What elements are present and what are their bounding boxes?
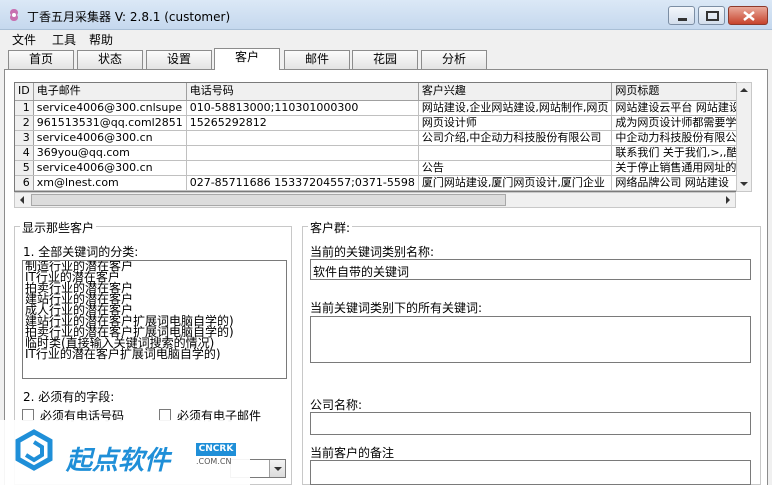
menu-tools[interactable]: 工具 — [52, 31, 76, 48]
cell-interest[interactable]: 网页设计师 — [418, 115, 613, 131]
column-header-id[interactable]: ID — [15, 83, 34, 101]
cell-phone[interactable] — [186, 160, 419, 176]
cell-email[interactable]: service4006@300.cn — [33, 130, 187, 146]
cell-phone[interactable] — [186, 130, 419, 146]
row-id: 1 — [15, 100, 34, 116]
cell-page-title[interactable]: 中企动力科技股份有限公 — [611, 130, 744, 146]
table-row[interactable]: 5 service4006@300.cn 公告 关于停止销售通用网址的 htt — [15, 160, 750, 176]
category-name-field[interactable]: 软件自带的关键词 — [310, 259, 751, 280]
category-listbox[interactable]: 制造行业的潜在客户 IT行业的潜在客户 拍卖行业的潜在客户 建站行业的潜在客户 … — [22, 260, 287, 379]
close-button[interactable] — [728, 6, 768, 25]
close-icon — [743, 11, 755, 21]
company-name-label: 公司名称: — [310, 398, 363, 412]
tab-mail[interactable]: 邮件 — [284, 50, 350, 69]
all-keywords-label: 当前关键词类别下的所有关键词: — [310, 301, 483, 315]
tab-garden[interactable]: 花园 — [352, 50, 418, 69]
minimize-icon — [678, 18, 687, 21]
cell-page-title[interactable]: 成为网页设计师都需要学 — [611, 115, 744, 131]
watermark-logo-icon — [15, 429, 53, 471]
cell-interest[interactable]: 网站建设,企业网站建设,网站制作,网页 — [418, 100, 613, 116]
customer-table: ID 电子邮件 电话号码 客户兴趣 网页标题 公 1 service4006@3… — [15, 83, 750, 191]
row-id: 4 — [15, 145, 34, 161]
tab-settings[interactable]: 设置 — [146, 50, 212, 69]
required-fields-label: 2. 必须有的字段: — [23, 390, 115, 404]
column-header-page-title[interactable]: 网页标题 — [611, 83, 744, 101]
row-id: 3 — [15, 130, 34, 146]
tab-strip: 首页 状态 设置 客户 邮件 花园 分析 — [0, 48, 772, 70]
category-name-label: 当前的关键词类别名称: — [310, 245, 435, 259]
tab-customers[interactable]: 客户 — [214, 48, 280, 70]
scroll-right-icon[interactable] — [721, 193, 735, 207]
cell-phone[interactable]: 027-85711686 15337204557;0371-5598 — [186, 175, 419, 191]
row-id: 5 — [15, 160, 34, 176]
cell-interest[interactable] — [418, 145, 613, 161]
cell-page-title[interactable]: 关于停止销售通用网址的 — [611, 160, 744, 176]
scroll-down-icon[interactable] — [737, 177, 751, 191]
grid-horizontal-scrollbar[interactable] — [14, 192, 736, 208]
cell-interest[interactable]: 厦门网站建设,厦门网页设计,厦门企业 — [418, 175, 613, 191]
tab-status[interactable]: 状态 — [77, 50, 143, 69]
app-icon — [10, 9, 18, 21]
scroll-left-icon[interactable] — [15, 193, 29, 207]
customer-group-legend: 客户群: — [308, 219, 353, 236]
column-header-email[interactable]: 电子邮件 — [33, 83, 187, 101]
row-id: 2 — [15, 115, 34, 131]
maximize-button[interactable] — [698, 6, 725, 25]
customer-note-label: 当前客户的备注 — [310, 446, 395, 460]
chevron-down-icon — [274, 467, 282, 471]
cell-email[interactable]: 961513531@qq.coml2851 — [33, 115, 187, 131]
cell-email[interactable]: service4006@300.cn — [33, 160, 187, 176]
combobox-dropdown-button[interactable] — [269, 460, 285, 477]
window-title: 丁香五月采集器 V: 2.8.1 (customer) — [27, 10, 231, 24]
watermark-brand: 起点软件 — [66, 446, 171, 476]
scroll-up-icon[interactable] — [737, 83, 751, 97]
column-header-interest[interactable]: 客户兴趣 — [418, 83, 613, 101]
cell-email[interactable]: xm@lnest.com — [33, 175, 187, 191]
watermark-url: .COM.CN — [196, 457, 232, 466]
cell-page-title[interactable]: 网络品牌公司 网站建设 — [611, 175, 744, 191]
cell-interest[interactable]: 公告 — [418, 160, 613, 176]
watermark-badge: CNCRK — [196, 443, 236, 456]
maximize-icon — [706, 11, 719, 21]
cell-email[interactable]: 369you@qq.com — [33, 145, 187, 161]
table-row[interactable]: 2 961513531@qq.coml2851 15265292812 网页设计… — [15, 115, 750, 131]
horizontal-scroll-thumb[interactable] — [31, 194, 506, 206]
company-name-field[interactable] — [310, 412, 751, 435]
show-customers-legend: 显示那些客户 — [20, 219, 97, 236]
menu-help[interactable]: 帮助 — [89, 31, 113, 48]
cell-interest[interactable]: 公司介绍,中企动力科技股份有限公司 — [418, 130, 613, 146]
table-header-row: ID 电子邮件 电话号码 客户兴趣 网页标题 公 — [15, 83, 750, 101]
table-row[interactable]: 4 369you@qq.com 联系我们 关于我们,>,,酷 htt — [15, 145, 750, 161]
cell-page-title[interactable]: 联系我们 关于我们,>,,酷 — [611, 145, 744, 161]
grid-vertical-scrollbar[interactable] — [736, 82, 752, 192]
list-item[interactable]: IT行业的潜在客户扩展词电脑自学的) — [23, 348, 286, 360]
cell-page-title[interactable]: 网站建设云平台 网站建设 — [611, 100, 744, 116]
tab-analysis[interactable]: 分析 — [421, 50, 487, 69]
tab-home[interactable]: 首页 — [8, 50, 74, 69]
cell-phone[interactable] — [186, 145, 419, 161]
minimize-button[interactable] — [668, 6, 695, 25]
cell-phone[interactable]: 15265292812 — [186, 115, 419, 131]
column-header-phone[interactable]: 电话号码 — [186, 83, 419, 101]
cell-phone[interactable]: 010-58813000;110301000300 — [186, 100, 419, 116]
table-row[interactable]: 3 service4006@300.cn 公司介绍,中企动力科技股份有限公司 中… — [15, 130, 750, 146]
menu-file[interactable]: 文件 — [12, 31, 36, 48]
menu-bar: 文件 工具 帮助 — [0, 30, 772, 48]
cell-email[interactable]: service4006@300.cnlsupe — [33, 100, 187, 116]
title-bar: 丁香五月采集器 V: 2.8.1 (customer) — [0, 0, 772, 30]
categories-label: 1. 全部关键词的分类: — [23, 245, 139, 259]
table-row[interactable]: 1 service4006@300.cnlsupe 010-58813000;1… — [15, 100, 750, 116]
all-keywords-field[interactable] — [310, 316, 751, 363]
customer-note-field[interactable] — [310, 460, 751, 485]
customer-grid[interactable]: ID 电子邮件 电话号码 客户兴趣 网页标题 公 1 service4006@3… — [14, 82, 751, 192]
row-id: 6 — [15, 175, 34, 191]
table-row[interactable]: 6 xm@lnest.com 027-85711686 15337204557;… — [15, 175, 750, 191]
